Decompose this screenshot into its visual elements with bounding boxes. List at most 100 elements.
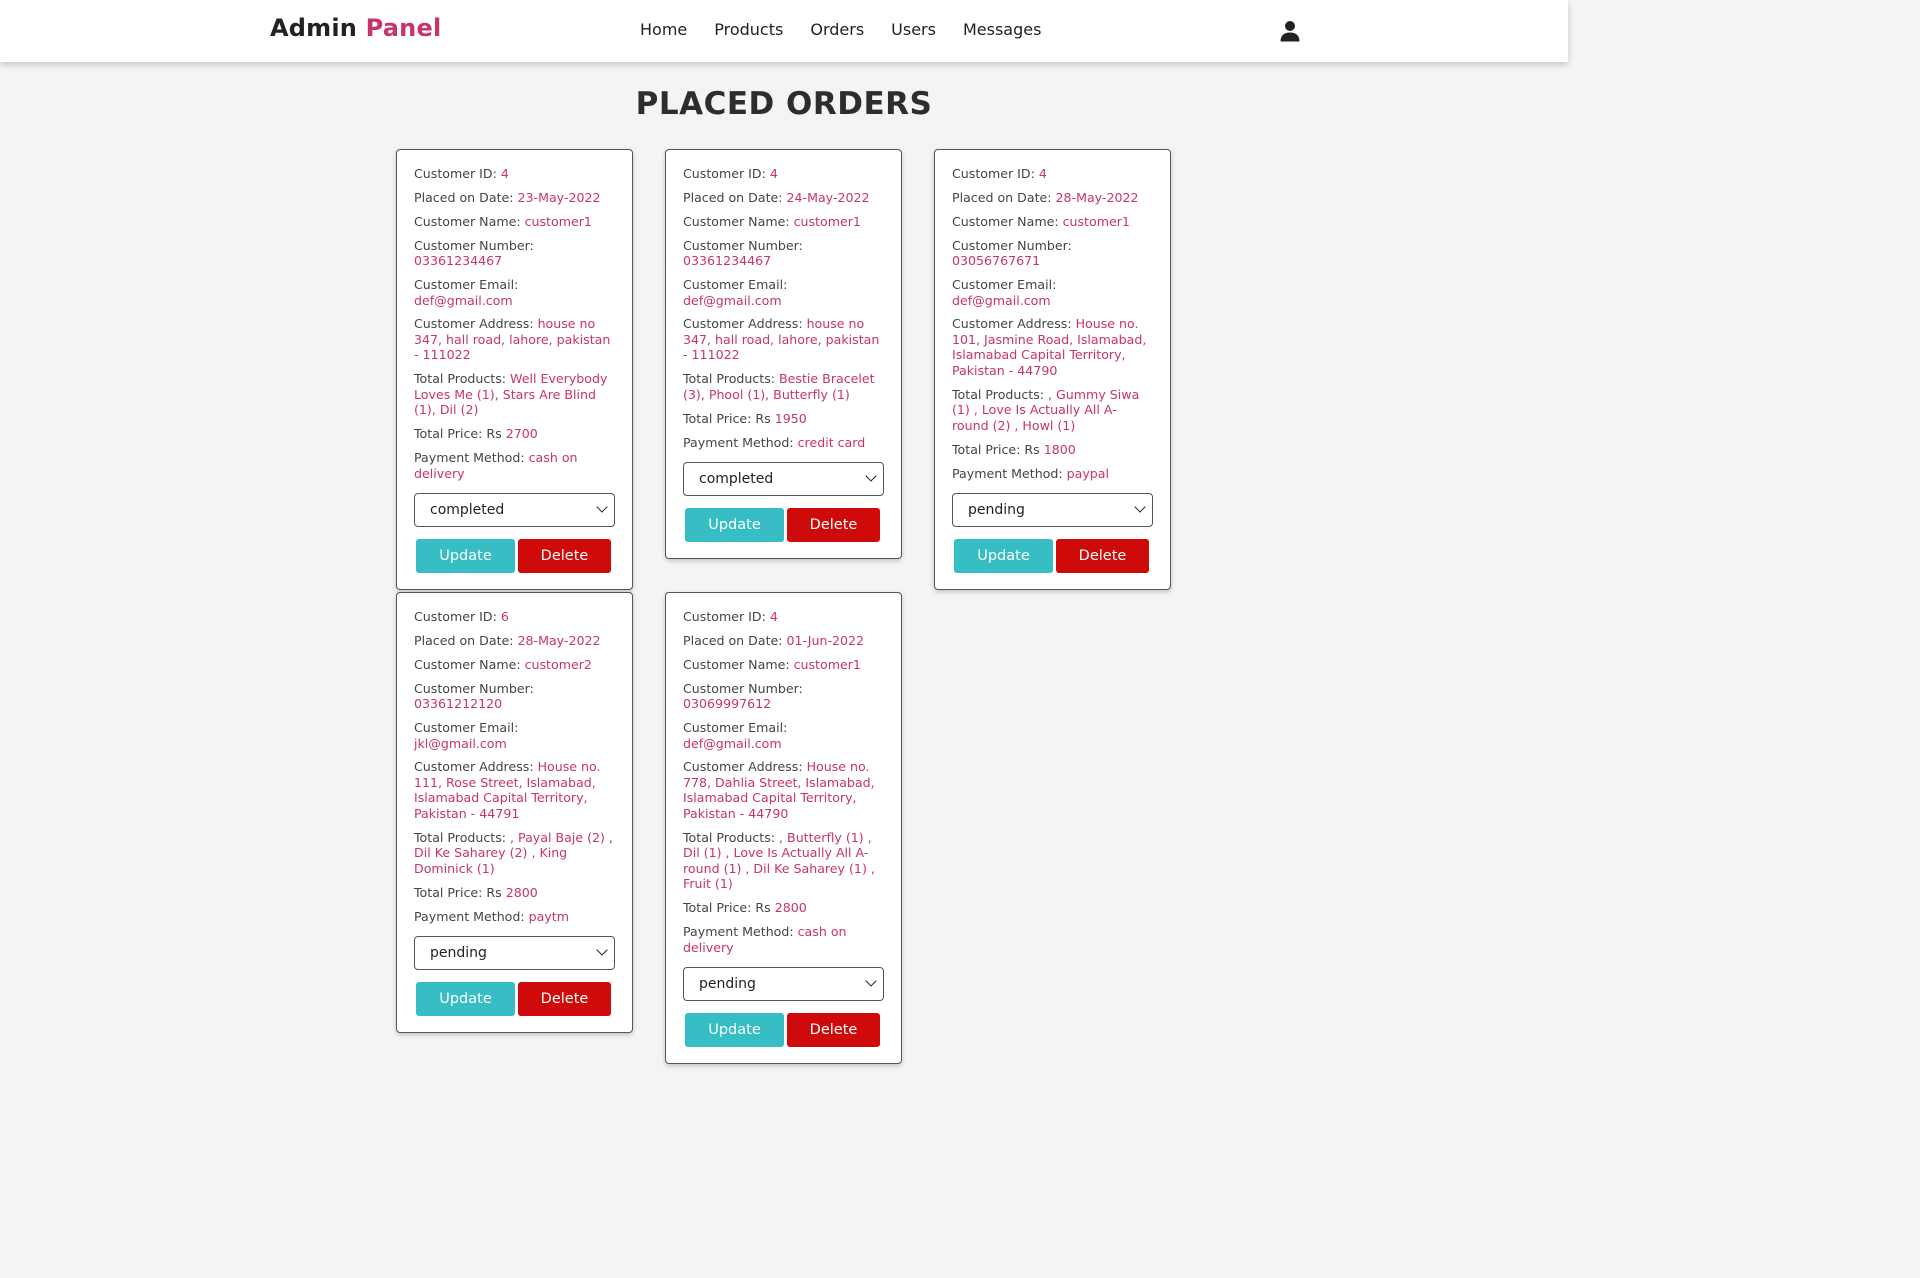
update-button[interactable]: Update [954, 539, 1053, 574]
delete-button[interactable]: Delete [787, 1013, 880, 1048]
placed-date-label: Placed on Date: [683, 632, 787, 648]
order-card: Customer ID: 4 Placed on Date: 28-May-202… [934, 149, 1171, 591]
delete-button[interactable]: Delete [518, 982, 611, 1017]
customer-email-row: Customer Email: def@gmail.com [414, 277, 615, 308]
payment-method-label: Payment Method: [414, 908, 529, 924]
customer-id-label: Customer ID: [683, 609, 770, 624]
delete-button[interactable]: Delete [787, 508, 880, 543]
logo-accent: Panel [365, 14, 442, 42]
customer-id-row: Customer ID: 4 [414, 166, 615, 182]
placed-date-value: 24-May-2022 [786, 189, 870, 205]
customer-id-value: 4 [1038, 166, 1047, 181]
nav-orders[interactable]: Orders [810, 20, 864, 39]
chevron-down-icon [596, 501, 608, 513]
placed-date-value: 01-Jun-2022 [786, 632, 865, 648]
customer-id-row: Customer ID: 4 [952, 166, 1153, 182]
customer-address-label: Customer Address: [683, 759, 807, 775]
customer-name-label: Customer Name: [414, 656, 525, 672]
total-products-label: Total Products: [683, 829, 780, 845]
action-buttons: Update Delete [416, 539, 615, 574]
payment-method-row: Payment Method: credit card [683, 435, 884, 451]
customer-email-row: Customer Email: def@gmail.com [683, 277, 884, 308]
navbar: Home Products Orders Users Messages [640, 20, 1068, 39]
total-price-value: 2800 [505, 884, 538, 900]
total-price-row: Total Price: Rs 2800 [683, 900, 884, 916]
customer-name-row: Customer Name: customer2 [414, 657, 615, 673]
nav-messages[interactable]: Messages [963, 20, 1041, 39]
customer-email-label: Customer Email: [683, 277, 788, 293]
customer-id-value: 6 [500, 609, 509, 624]
customer-address-label: Customer Address: [414, 759, 538, 775]
customer-name-label: Customer Name: [683, 656, 794, 672]
nav-products[interactable]: Products [714, 20, 783, 39]
customer-address-label: Customer Address: [414, 316, 538, 332]
customer-number-label: Customer Number: [683, 237, 803, 253]
action-buttons: Update Delete [685, 1013, 884, 1048]
status-select[interactable]: pending [683, 967, 884, 1002]
payment-method-label: Payment Method: [683, 434, 798, 450]
action-buttons: Update Delete [685, 508, 884, 543]
logo[interactable]: Admin Panel [270, 14, 441, 42]
total-price-row: Total Price: Rs 1950 [683, 411, 884, 427]
payment-method-row: Payment Method: paytm [414, 909, 615, 925]
total-products-label: Total Products: [414, 371, 511, 387]
payment-method-label: Payment Method: [414, 450, 529, 466]
customer-id-label: Customer ID: [414, 609, 501, 624]
customer-number-label: Customer Number: [414, 680, 534, 696]
total-products-row: Total Products: , Payal Baje (2) , Dil K… [414, 830, 615, 877]
nav-home[interactable]: Home [640, 20, 687, 39]
customer-name-value: customer1 [524, 213, 592, 229]
customer-name-label: Customer Name: [683, 213, 794, 229]
update-button[interactable]: Update [685, 1013, 784, 1048]
action-buttons: Update Delete [954, 539, 1153, 574]
customer-email-value: def@gmail.com [414, 292, 513, 308]
customer-number-value: 03056767671 [952, 253, 1041, 269]
status-select[interactable]: pending [414, 936, 615, 971]
total-price-label: Total Price: Rs [414, 884, 506, 900]
chevron-down-icon [1134, 501, 1146, 513]
customer-email-label: Customer Email: [414, 277, 519, 293]
nav-users[interactable]: Users [891, 20, 936, 39]
customer-name-row: Customer Name: customer1 [414, 214, 615, 230]
payment-method-row: Payment Method: cash on delivery [683, 924, 884, 955]
customer-id-row: Customer ID: 6 [414, 609, 615, 625]
customer-name-value: customer2 [524, 656, 592, 672]
total-price-row: Total Price: Rs 2700 [414, 426, 615, 442]
status-select[interactable]: pending [952, 493, 1153, 528]
update-button[interactable]: Update [685, 508, 784, 543]
customer-name-label: Customer Name: [414, 213, 525, 229]
order-card: Customer ID: 4 Placed on Date: 01-Jun-202… [665, 592, 902, 1065]
customer-number-label: Customer Number: [683, 680, 803, 696]
status-select[interactable]: completed [683, 462, 884, 497]
status-value: pending [699, 976, 756, 993]
user-icon[interactable] [1279, 20, 1301, 42]
customer-name-row: Customer Name: customer1 [683, 214, 884, 230]
customer-email-value: jkl@gmail.com [414, 735, 507, 751]
action-buttons: Update Delete [416, 982, 615, 1017]
customer-email-row: Customer Email: jkl@gmail.com [414, 720, 615, 751]
customer-address-row: Customer Address: House no. 111, Rose St… [414, 759, 615, 821]
customer-email-label: Customer Email: [683, 720, 788, 736]
payment-method-row: Payment Method: paypal [952, 466, 1153, 482]
total-products-row: Total Products: Bestie Bracelet (3), Pho… [683, 371, 884, 402]
update-button[interactable]: Update [416, 982, 515, 1017]
delete-button[interactable]: Delete [518, 539, 611, 574]
page-title: PLACED ORDERS [635, 86, 933, 122]
placed-date-value: 28-May-2022 [517, 632, 601, 648]
customer-name-value: customer1 [793, 213, 861, 229]
total-price-label: Total Price: Rs [683, 410, 775, 426]
status-value: pending [430, 945, 487, 962]
total-products-row: Total Products: , Butterfly (1) , Dil (1… [683, 830, 884, 892]
customer-email-value: def@gmail.com [683, 292, 782, 308]
delete-button[interactable]: Delete [1056, 539, 1149, 574]
payment-method-row: Payment Method: cash on delivery [414, 450, 615, 481]
customer-id-label: Customer ID: [683, 166, 770, 181]
customer-address-row: Customer Address: House no. 101, Jasmine… [952, 316, 1153, 378]
update-button[interactable]: Update [416, 539, 515, 574]
customer-name-label: Customer Name: [952, 213, 1063, 229]
order-card: Customer ID: 4 Placed on Date: 23-May-202… [396, 149, 633, 591]
logo-main: Admin [270, 14, 358, 42]
order-card: Customer ID: 4 Placed on Date: 24-May-202… [665, 149, 902, 560]
customer-id-value: 4 [500, 166, 509, 181]
status-select[interactable]: completed [414, 493, 615, 528]
